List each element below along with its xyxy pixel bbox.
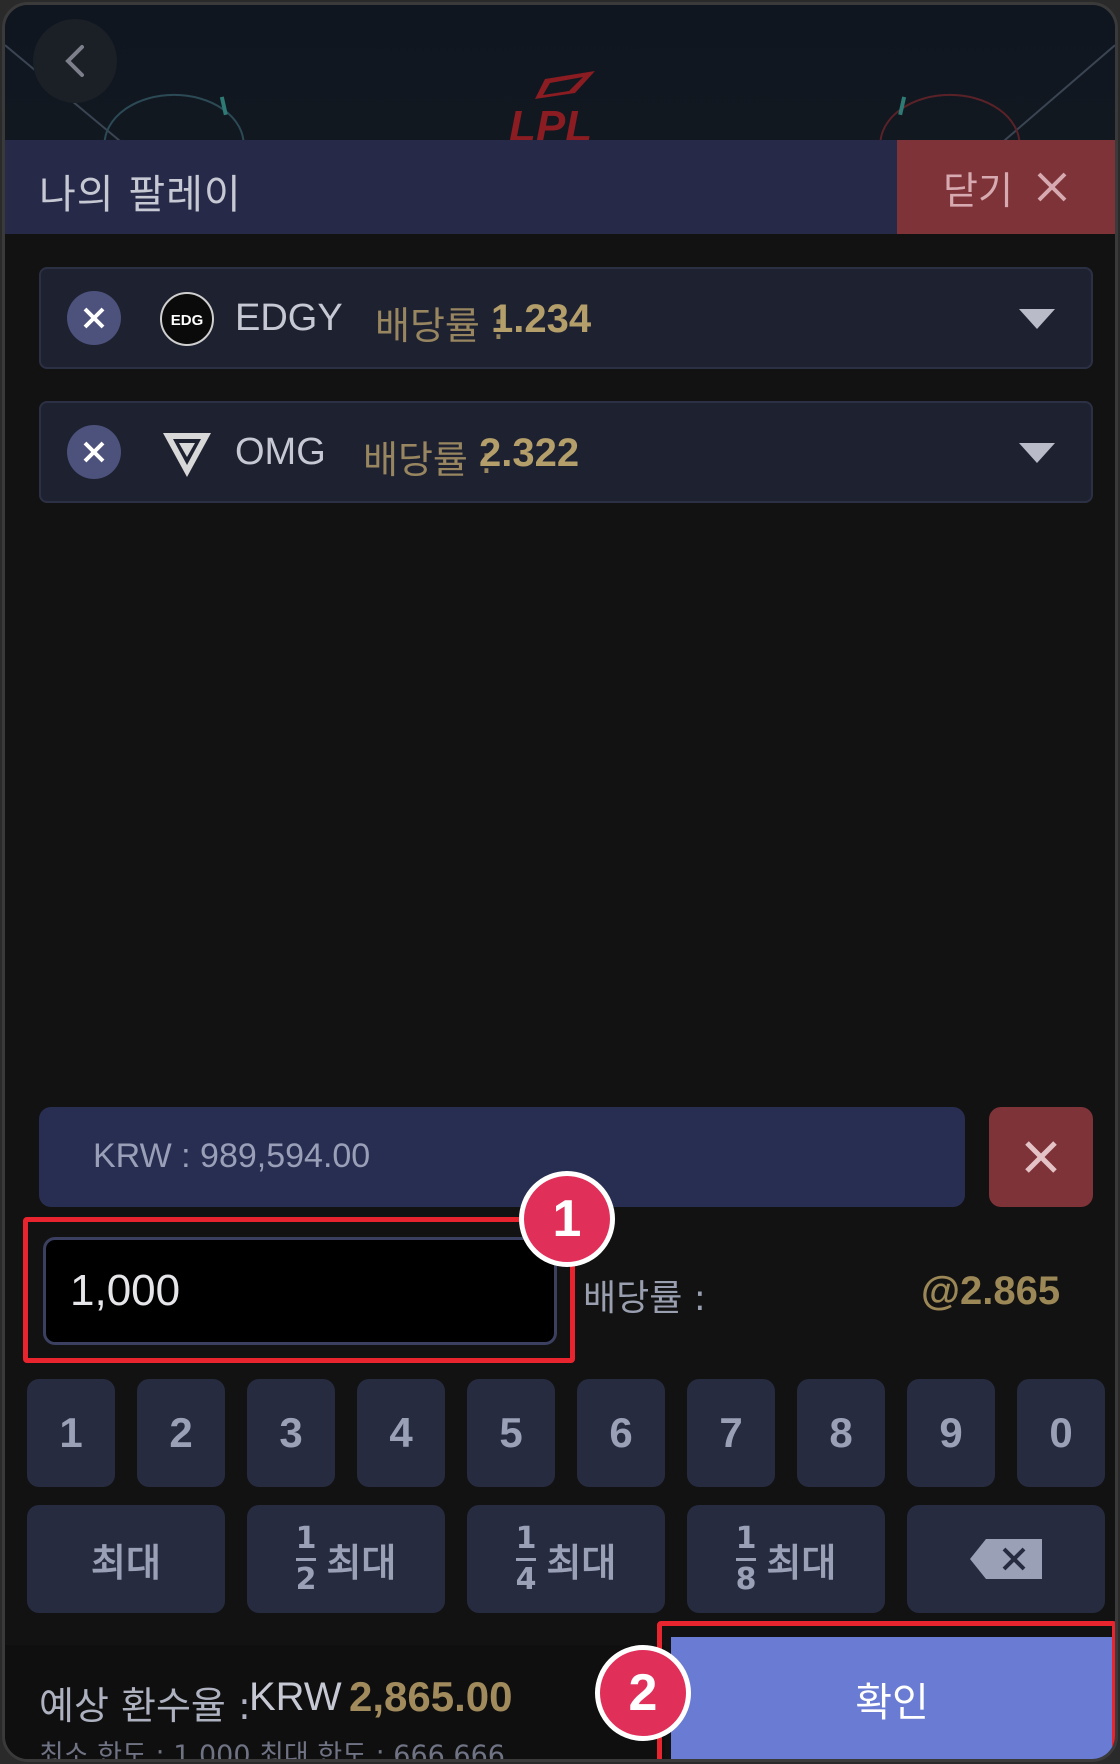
fraction-bar — [296, 1557, 317, 1561]
fraction-bar — [736, 1557, 757, 1561]
backspace-icon — [970, 1539, 1042, 1579]
svg-text:LPL: LPL — [509, 102, 592, 145]
close-x-icon — [1037, 172, 1067, 202]
eighth-max-button[interactable]: 1 8 최대 — [687, 1505, 885, 1613]
est-payout-value: 2,865.00 — [349, 1673, 513, 1720]
half-fraction: 1 2 — [295, 1520, 317, 1597]
total-odds-value: @2.865 — [921, 1269, 1061, 1313]
bet-row-edgy[interactable]: EDG EDGY 배당률 : 1.234 — [39, 267, 1093, 369]
half-max-button[interactable]: 1 2 최대 — [247, 1505, 445, 1613]
odds-label: 배당률 : — [363, 438, 493, 482]
fraction-numerator: 1 — [735, 1520, 757, 1556]
key-1[interactable]: 1 — [27, 1379, 115, 1487]
parlay-header: 나의 팔레이 닫기 — [5, 140, 1115, 234]
match-banner: LPL — [5, 5, 1115, 145]
confirm-button[interactable]: 확인 — [671, 1637, 1113, 1759]
fraction-numerator: 1 — [515, 1520, 537, 1556]
quarter-fraction: 1 4 — [515, 1520, 537, 1597]
fraction-numerator: 1 — [295, 1520, 317, 1556]
step2-badge: 2 — [595, 1645, 691, 1741]
key-8[interactable]: 8 — [797, 1379, 885, 1487]
half-max-label: 최대 — [326, 1540, 397, 1585]
svg-text:EDG: EDG — [171, 312, 204, 329]
close-x-icon — [1025, 1141, 1057, 1173]
amount-input[interactable] — [46, 1240, 554, 1342]
team-name: OMG — [235, 431, 326, 473]
bet-row-omg[interactable]: OMG 배당률 : 2.322 — [39, 401, 1093, 503]
team-name: EDGY — [235, 297, 343, 339]
back-button[interactable] — [33, 19, 117, 103]
back-chevron-icon — [65, 45, 84, 77]
remove-circle-icon — [83, 441, 105, 463]
est-payout-label: 예상 환수율 : — [39, 1684, 251, 1728]
key-0[interactable]: 0 — [1017, 1379, 1105, 1487]
key-4[interactable]: 4 — [357, 1379, 445, 1487]
est-payout-currency: KRW — [249, 1675, 342, 1719]
close-button[interactable]: 닫기 — [897, 140, 1115, 234]
odds-value: 1.234 — [491, 297, 592, 341]
backspace-button[interactable] — [907, 1505, 1105, 1613]
bet-limits: 최소 한도 : 1,000 최대 한도 : 666,666 — [39, 1740, 505, 1762]
quarter-max-label: 최대 — [546, 1540, 617, 1585]
odds-value: 2.322 — [479, 431, 580, 475]
eighth-max-label: 최대 — [766, 1540, 837, 1585]
balance-text: KRW : 989,594.00 — [93, 1137, 371, 1175]
fraction-denominator: 2 — [295, 1561, 317, 1597]
quarter-max-button[interactable]: 1 4 최대 — [467, 1505, 665, 1613]
app-frame: LPL 나의 팔레이 닫기 EDG EDGY 배당률 : 1.234 OMG 배… — [2, 2, 1118, 1762]
remove-bet-button[interactable] — [67, 425, 121, 479]
step1-badge: 1 — [519, 1171, 615, 1267]
omg-team-logo — [163, 433, 211, 477]
fraction-denominator: 4 — [515, 1561, 537, 1597]
caret-down-icon[interactable] — [1017, 441, 1057, 465]
eighth-fraction: 1 8 — [735, 1520, 757, 1597]
close-label: 닫기 — [943, 168, 1013, 213]
fraction-bar — [516, 1557, 537, 1561]
key-6[interactable]: 6 — [577, 1379, 665, 1487]
max-button[interactable]: 최대 — [27, 1505, 225, 1613]
remove-circle-icon — [83, 307, 105, 329]
lpl-logo: LPL — [509, 71, 595, 145]
odds-label: 배당률 : — [375, 304, 505, 348]
clear-amount-button[interactable] — [989, 1107, 1093, 1207]
balance-bar: KRW : 989,594.00 — [39, 1107, 965, 1207]
amount-field[interactable] — [43, 1237, 557, 1345]
remove-bet-button[interactable] — [67, 291, 121, 345]
edg-team-logo: EDG — [160, 292, 214, 346]
key-3[interactable]: 3 — [247, 1379, 335, 1487]
key-9[interactable]: 9 — [907, 1379, 995, 1487]
fraction-denominator: 8 — [735, 1561, 757, 1597]
key-2[interactable]: 2 — [137, 1379, 225, 1487]
page-title: 나의 팔레이 — [39, 172, 242, 218]
payout-footer: 예상 환수율 : KRW 2,865.00 최소 한도 : 1,000 최대 한… — [5, 1645, 665, 1762]
total-odds-label: 배당률 : — [583, 1278, 706, 1319]
key-5[interactable]: 5 — [467, 1379, 555, 1487]
key-7[interactable]: 7 — [687, 1379, 775, 1487]
caret-down-icon[interactable] — [1017, 307, 1057, 331]
